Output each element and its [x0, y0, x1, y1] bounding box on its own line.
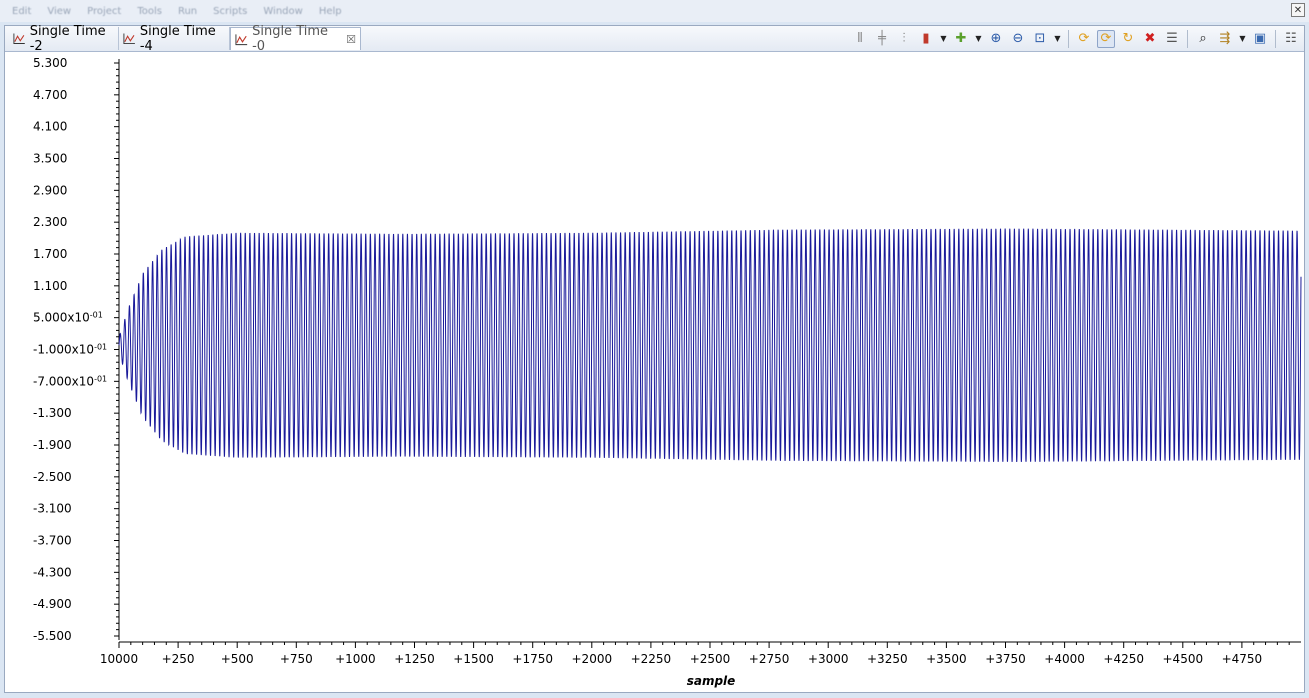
x-tick-label: +750	[280, 652, 313, 666]
menu-item[interactable]: Window	[263, 6, 302, 17]
tab-label: Single Time -2	[29, 23, 106, 54]
chevron-down-icon[interactable]: ▼	[974, 30, 983, 48]
graph-panel: Single Time -2 Single Time -4 Single Tim…	[4, 24, 1305, 693]
add-measurement-icon[interactable]: ✚	[952, 30, 970, 48]
y-tick-label: 4.100	[33, 120, 67, 134]
x-tick-label: +1000	[335, 652, 376, 666]
tab-close-icon[interactable]: ☒	[346, 33, 356, 46]
align-center-icon[interactable]: ╪	[873, 30, 891, 48]
menu-item[interactable]: Help	[319, 6, 342, 17]
toolbar-separator	[1068, 30, 1069, 48]
save-icon[interactable]: ▣	[1251, 30, 1269, 48]
x-tick-label: +1250	[394, 652, 435, 666]
x-tick-label: +2750	[749, 652, 790, 666]
y-tick-label: -1.000x10-01	[33, 343, 107, 357]
graph-icon	[235, 33, 248, 45]
y-tick-label: -2.500	[33, 470, 72, 484]
align-right-icon[interactable]: ⫶	[895, 30, 913, 48]
y-tick-label: -4.300	[33, 565, 72, 579]
properties-icon[interactable]: ☰	[1163, 30, 1181, 48]
toolbar-separator	[1187, 30, 1188, 48]
tab-label: Single Time -4	[139, 23, 216, 54]
x-tick-label: +4000	[1044, 652, 1085, 666]
pin-icon[interactable]: ⇶	[1216, 30, 1234, 48]
y-tick-label: -5.500	[33, 629, 72, 643]
menu-item[interactable]: View	[47, 6, 71, 17]
x-tick-label: +3750	[985, 652, 1026, 666]
x-tick-label: +4750	[1222, 652, 1263, 666]
toolbar: ⫴ ╪ ⫶ ▮ ▼ ✚ ▼ ⊕ ⊖ ⊡ ▼ ⟳ ⟳ ↻ ✖ ☰ ⌕ ⇶ ▼ ▣ ☷	[851, 29, 1300, 49]
y-tick-label: -7.000x10-01	[33, 374, 107, 388]
marker-icon[interactable]: ▮	[917, 30, 935, 48]
menu-item[interactable]: Scripts	[213, 6, 247, 17]
menu-item[interactable]: Tools	[137, 6, 162, 17]
x-tick-label: 10000	[100, 652, 138, 666]
x-tick-label: +250	[162, 652, 195, 666]
series-line	[118, 228, 1302, 463]
view-menu-icon[interactable]: ☷	[1282, 30, 1300, 48]
y-tick-label: 5.000x10-01	[33, 311, 103, 325]
chevron-down-icon[interactable]: ▼	[1238, 30, 1247, 48]
x-tick-label: +2250	[631, 652, 672, 666]
chevron-down-icon[interactable]: ▼	[939, 30, 948, 48]
y-tick-label: -3.700	[33, 534, 72, 548]
tab-label: Single Time -0	[252, 24, 329, 54]
zoom-out-icon[interactable]: ⊖	[1009, 30, 1027, 48]
y-tick-label: 2.300	[33, 215, 67, 229]
x-tick-label: +1500	[453, 652, 494, 666]
zoom-fit-icon[interactable]: ⊡	[1031, 30, 1049, 48]
tab-single-time-0[interactable]: Single Time -0 ☒	[230, 24, 361, 54]
tab-bar: Single Time -2 Single Time -4 Single Tim…	[5, 24, 1304, 54]
menu-item[interactable]: Run	[178, 6, 197, 17]
x-tick-label: +4500	[1163, 652, 1204, 666]
delete-icon[interactable]: ✖	[1141, 30, 1159, 48]
window-close-button[interactable]: ✕	[1291, 3, 1305, 17]
y-tick-label: -3.100	[33, 502, 72, 516]
x-tick-label: +1750	[512, 652, 553, 666]
menu-item[interactable]: Edit	[12, 6, 31, 17]
refresh-icon[interactable]: ⟳	[1075, 30, 1093, 48]
chart: 5.300 4.700 4.100 3.500 2.900 2.300 1.700 1.100…	[33, 56, 1302, 688]
chevron-down-icon[interactable]: ▼	[1053, 30, 1062, 48]
graph-icon	[123, 33, 135, 44]
x-tick-label: +2000	[572, 652, 613, 666]
y-tick-label: -1.900	[33, 438, 72, 452]
auto-refresh-icon[interactable]: ↻	[1119, 30, 1137, 48]
y-tick-label: 4.700	[33, 88, 67, 102]
graph-icon	[13, 33, 25, 44]
x-axis-label: sample	[687, 674, 736, 688]
zoom-in-icon[interactable]: ⊕	[987, 30, 1005, 48]
x-tick-label: +3000	[808, 652, 849, 666]
y-tick-label: 3.500	[33, 152, 67, 166]
y-axis: 5.300 4.700 4.100 3.500 2.900 2.300 1.700 1.100…	[33, 56, 120, 643]
y-tick-label: -4.900	[33, 597, 72, 611]
y-tick-label: 1.100	[33, 279, 67, 293]
y-tick-label: 2.900	[33, 183, 67, 197]
align-left-icon[interactable]: ⫴	[851, 30, 869, 48]
continuous-refresh-icon[interactable]: ⟳	[1097, 30, 1115, 48]
y-tick-label: 5.300	[33, 56, 67, 70]
tab-single-time-4[interactable]: Single Time -4	[119, 24, 230, 54]
find-icon[interactable]: ⌕	[1194, 30, 1212, 48]
x-tick-label: +2500	[690, 652, 731, 666]
x-tick-label: +500	[221, 652, 254, 666]
y-tick-label: 1.700	[33, 247, 67, 261]
x-tick-label: +3500	[926, 652, 967, 666]
toolbar-separator	[1275, 30, 1276, 48]
tab-single-time-2[interactable]: Single Time -2	[9, 24, 119, 54]
y-tick-label: -1.300	[33, 406, 72, 420]
menu-item[interactable]: Project	[87, 6, 121, 17]
menu-bar: Edit View Project Tools Run Scripts Window Help	[0, 0, 1309, 22]
x-tick-label: +4250	[1103, 652, 1144, 666]
x-axis: 10000 +250 +500 +750 +1000 +1250 +1500 +1750 +20…	[100, 641, 1301, 666]
x-tick-label: +3250	[867, 652, 908, 666]
